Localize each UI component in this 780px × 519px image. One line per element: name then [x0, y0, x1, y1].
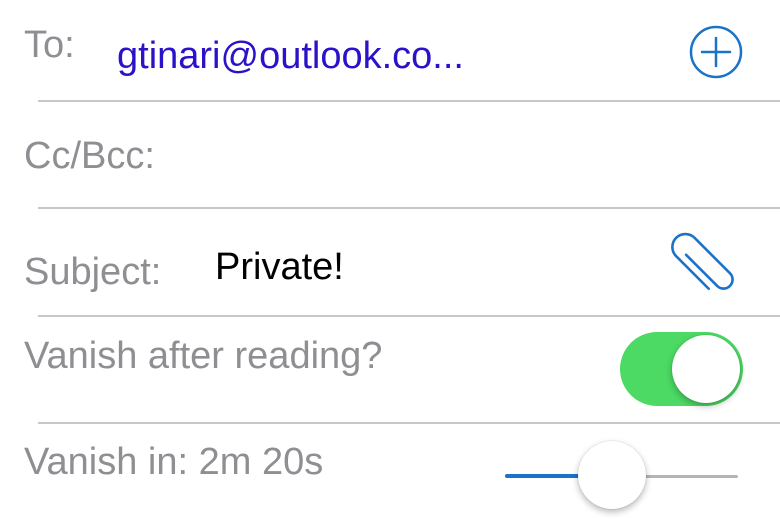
divider — [38, 422, 780, 424]
paperclip-icon — [671, 232, 734, 291]
to-label: To: — [24, 24, 75, 66]
vanish-after-reading-label: Vanish after reading? — [24, 335, 383, 377]
to-recipient-field[interactable]: gtinari@outlook.co... — [117, 37, 464, 75]
divider — [38, 207, 780, 209]
cc-bcc-label: Cc/Bcc: — [24, 135, 155, 177]
divider — [38, 315, 780, 317]
attach-button[interactable] — [668, 226, 748, 302]
slider-thumb[interactable] — [578, 441, 647, 509]
toggle-knob — [672, 335, 740, 403]
subject-field[interactable]: Private! — [215, 248, 344, 286]
compose-form: To: gtinari@outlook.co... Cc/Bcc: Subjec… — [0, 0, 780, 519]
divider — [38, 100, 780, 102]
plus-circle-icon — [689, 25, 743, 79]
cc-bcc-field[interactable] — [190, 137, 670, 177]
add-recipient-button[interactable] — [689, 25, 743, 79]
vanish-in-slider[interactable] — [505, 438, 738, 514]
vanish-in-label: Vanish in: 2m 20s — [24, 441, 324, 483]
subject-label: Subject: — [24, 251, 162, 293]
vanish-after-reading-toggle[interactable] — [620, 332, 743, 406]
